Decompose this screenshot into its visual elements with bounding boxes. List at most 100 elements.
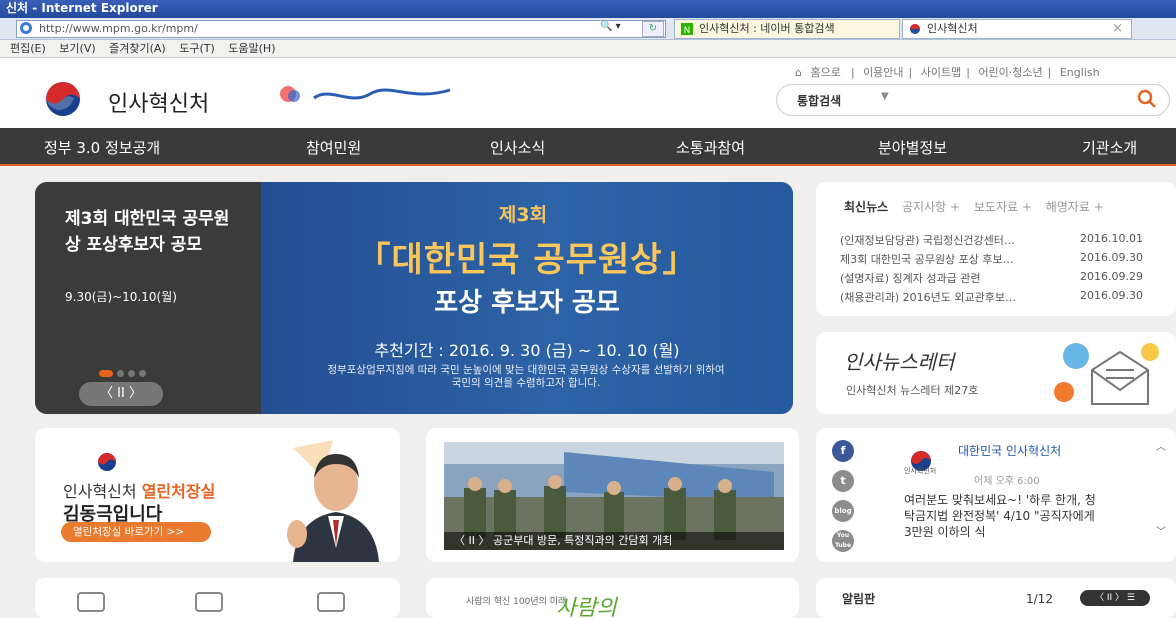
news-card: 최신뉴스 공지사항 + 보도자료 + 해명자료 + (인재정보담당관) 국립정신… (816, 182, 1176, 316)
close-icon[interactable]: × (1112, 20, 1123, 38)
hero-round: 제3회 (498, 204, 548, 226)
sns-logo-text: 인사혁신처 (904, 467, 937, 475)
news-tabs: 최신뉴스 공지사항 + 보도자료 + 해명자료 + (844, 198, 1114, 215)
service-icon[interactable] (77, 592, 105, 612)
notice-controls[interactable]: 〈 II 〉 ☰ (1080, 590, 1150, 606)
menu-edit[interactable]: 편집(E) (10, 40, 46, 57)
sns-post-text[interactable]: 여러분도 맞춰보세요~! '하루 한개, 청탁금지법 완전정복' 4/10 "공… (904, 492, 1104, 552)
top-links: ⌂ 홈으로 | 이용안내 | 사이트맵 | 어린이·청소년 | English (795, 66, 1100, 79)
hero-banner[interactable]: 제3회 대한민국 공무원상 포상후보자 공모 9.30(금)~10.10(월) … (35, 182, 793, 414)
main-nav: 정부 3.0 정보공개 참여민원 인사소식 소통과참여 분야별정보 기관소개 (0, 128, 1176, 166)
list-item[interactable]: (설명자료) 징계자 성과급 관련 2016.09.29 (840, 270, 1170, 289)
hero-period: 추천기간 : 2016. 9. 30 (금) ~ 10. 10 (월) (374, 341, 680, 360)
window-title: 신처 - Internet Explorer (0, 0, 1176, 18)
sns-time: 어제 오후 6:00 (974, 476, 1040, 487)
minister-card[interactable]: 인사혁신처 열린처장실 김동극입니다 열린처장실 바로가기 >> (35, 428, 400, 562)
social-card: f t blog You Tube 인사혁신처 대한민국 인사혁신처 어제 오후… (816, 428, 1176, 562)
youtube-icon[interactable]: You Tube (832, 530, 854, 552)
photo-caption[interactable]: 〈 II 〉 공군부대 방문, 특정직과의 간담회 개최 (444, 532, 784, 550)
blog-icon[interactable]: blog (832, 500, 854, 522)
tab-mpm[interactable]: 인사혁신처 × (902, 19, 1132, 39)
sns-scrollbar[interactable]: ︿ ﹀ (1156, 438, 1170, 558)
svg-text:N: N (684, 26, 691, 35)
nav-news[interactable]: 인사소식 (490, 137, 545, 158)
tab-label: 인사혁신처 (927, 22, 978, 35)
menu-bar: 편집(E) 보기(V) 즐겨찾기(A) 도구(T) 도움말(H) (0, 40, 1176, 58)
slide-dot[interactable] (117, 370, 124, 377)
twitter-icon[interactable]: t (832, 470, 854, 492)
tab-naver-search[interactable]: N 인사혁신처 : 네이버 통합검색 (674, 19, 900, 39)
photo-news-card[interactable]: 〈 II 〉 공군부대 방문, 특정직과의 간담회 개최 (426, 428, 799, 562)
home-link[interactable]: ⌂ 홈으로 (795, 66, 846, 79)
list-item[interactable]: (채용관리과) 2016년도 외교관후보… 2016.09.30 (840, 289, 1170, 308)
newsletter-title: 인사뉴스레터 (844, 350, 955, 374)
list-item[interactable]: (인재정보담당관) 국립정신건강센터… 2016.10.01 (840, 232, 1170, 251)
newsletter-card[interactable]: 인사뉴스레터 인사혁신처 뉴스레터 제27호 (816, 332, 1176, 414)
government-logo-icon (98, 453, 116, 471)
newsletter-subtitle[interactable]: 인사혁신처 뉴스레터 제27호 (846, 382, 978, 398)
news-list: (인재정보담당관) 국립정신건강센터… 2016.10.01 제3회 대한민국 공… (840, 232, 1170, 308)
menu-view[interactable]: 보기(V) (59, 40, 95, 57)
nav-communication[interactable]: 소통과참여 (676, 137, 745, 158)
government-logo-icon[interactable] (36, 80, 90, 118)
refresh-icon[interactable]: ↻ (642, 21, 664, 37)
hero-image[interactable]: 제3회 「대한민국 공무원상」 포상 후보자 공모 추천기간 : 2016. 9… (261, 182, 793, 414)
slide-controls[interactable]: 〈 II 〉 (79, 382, 163, 406)
address-field[interactable]: http://www.mpm.go.kr/mpm/ (16, 20, 666, 38)
news-title[interactable]: (설명자료) 징계자 성과급 관련 (840, 270, 1062, 286)
menu-tools[interactable]: 도구(T) (179, 40, 215, 57)
chevron-down-icon[interactable]: ▼ (881, 91, 889, 102)
book-banner-title: 사람의 (556, 596, 617, 618)
slide-dot[interactable] (139, 370, 146, 377)
notice-board-label: 알림판 (842, 592, 876, 606)
chevron-up-icon[interactable]: ︿ (1156, 438, 1170, 453)
book-banner-card[interactable]: 사람의 혁신 100년의 미래 사람의 (426, 578, 799, 618)
envelope-icon (1054, 343, 1159, 405)
hero-left-panel: 제3회 대한민국 공무원상 포상후보자 공모 9.30(금)~10.10(월) … (35, 182, 261, 414)
document-icon[interactable] (317, 592, 345, 612)
search-icon[interactable] (1137, 89, 1157, 109)
quick-links-card (35, 578, 400, 618)
guide-link[interactable]: 이용안내 (863, 66, 903, 79)
news-date: 2016.09.29 (1080, 270, 1143, 283)
search-box[interactable]: 통합검색 ▼ (776, 84, 1170, 116)
kids-link[interactable]: 어린이·청소년 (978, 66, 1042, 79)
slide-dot[interactable] (99, 370, 113, 377)
sitemap-link[interactable]: 사이트맵 (921, 66, 961, 79)
nav-civil[interactable]: 참여민원 (306, 137, 361, 158)
tab-explanations[interactable]: 해명자료 + (1046, 200, 1104, 214)
nav-about[interactable]: 기관소개 (1082, 137, 1137, 158)
naver-icon: N (681, 23, 693, 35)
tab-latest-news[interactable]: 최신뉴스 (844, 200, 888, 214)
hero-title[interactable]: 제3회 대한민국 공무원상 포상후보자 공모 (65, 206, 245, 258)
hero-headline: 「대한민국 공무원상」 (356, 240, 698, 280)
english-link[interactable]: English (1060, 66, 1100, 79)
book-banner-small-text: 사람의 혁신 100년의 미래 (466, 597, 567, 607)
slide-dot[interactable] (128, 370, 135, 377)
news-date: 2016.10.01 (1080, 232, 1143, 245)
menu-favorites[interactable]: 즐겨찾기(A) (109, 40, 166, 57)
news-title[interactable]: (인재정보담당관) 국립정신건강센터… (840, 232, 1062, 248)
facebook-icon[interactable]: f (832, 440, 854, 462)
chevron-down-icon[interactable]: ﹀ (1156, 523, 1170, 538)
hero-description: 정부포상업무지침에 따라 국민 눈높이에 맞는 대한민국 공무원상 수상자를 선… (327, 364, 725, 389)
list-item[interactable]: 제3회 대한민국 공무원상 포상 후보… 2016.09.30 (840, 251, 1170, 270)
search-scope[interactable]: 통합검색 (797, 92, 841, 109)
video-icon[interactable] (195, 592, 223, 612)
sns-account-name[interactable]: 대한민국 인사혁신처 (958, 444, 1098, 458)
tab-press[interactable]: 보도자료 + (974, 200, 1032, 214)
address-search-dropdown[interactable]: 🔍 ▾ (600, 21, 640, 37)
site-name[interactable]: 인사혁신처 (108, 86, 209, 118)
slide-indicator[interactable] (99, 362, 150, 381)
news-title[interactable]: 제3회 대한민국 공무원상 포상 후보… (840, 251, 1062, 267)
tab-notices[interactable]: 공지사항 + (902, 200, 960, 214)
minister-highlight: 열린처장실 (141, 482, 216, 501)
menu-help[interactable]: 도움말(H) (228, 40, 275, 57)
nav-gov30[interactable]: 정부 3.0 정보공개 (44, 137, 160, 158)
hero-subheadline: 포상 후보자 공모 (434, 288, 620, 318)
news-title[interactable]: (채용관리과) 2016년도 외교관후보… (840, 289, 1062, 305)
nav-field-info[interactable]: 분야별정보 (878, 137, 947, 158)
ie-icon (20, 22, 32, 34)
hero-date: 9.30(금)~10.10(월) (65, 290, 177, 304)
minister-office-button[interactable]: 열린처장실 바로가기 >> (61, 522, 211, 542)
